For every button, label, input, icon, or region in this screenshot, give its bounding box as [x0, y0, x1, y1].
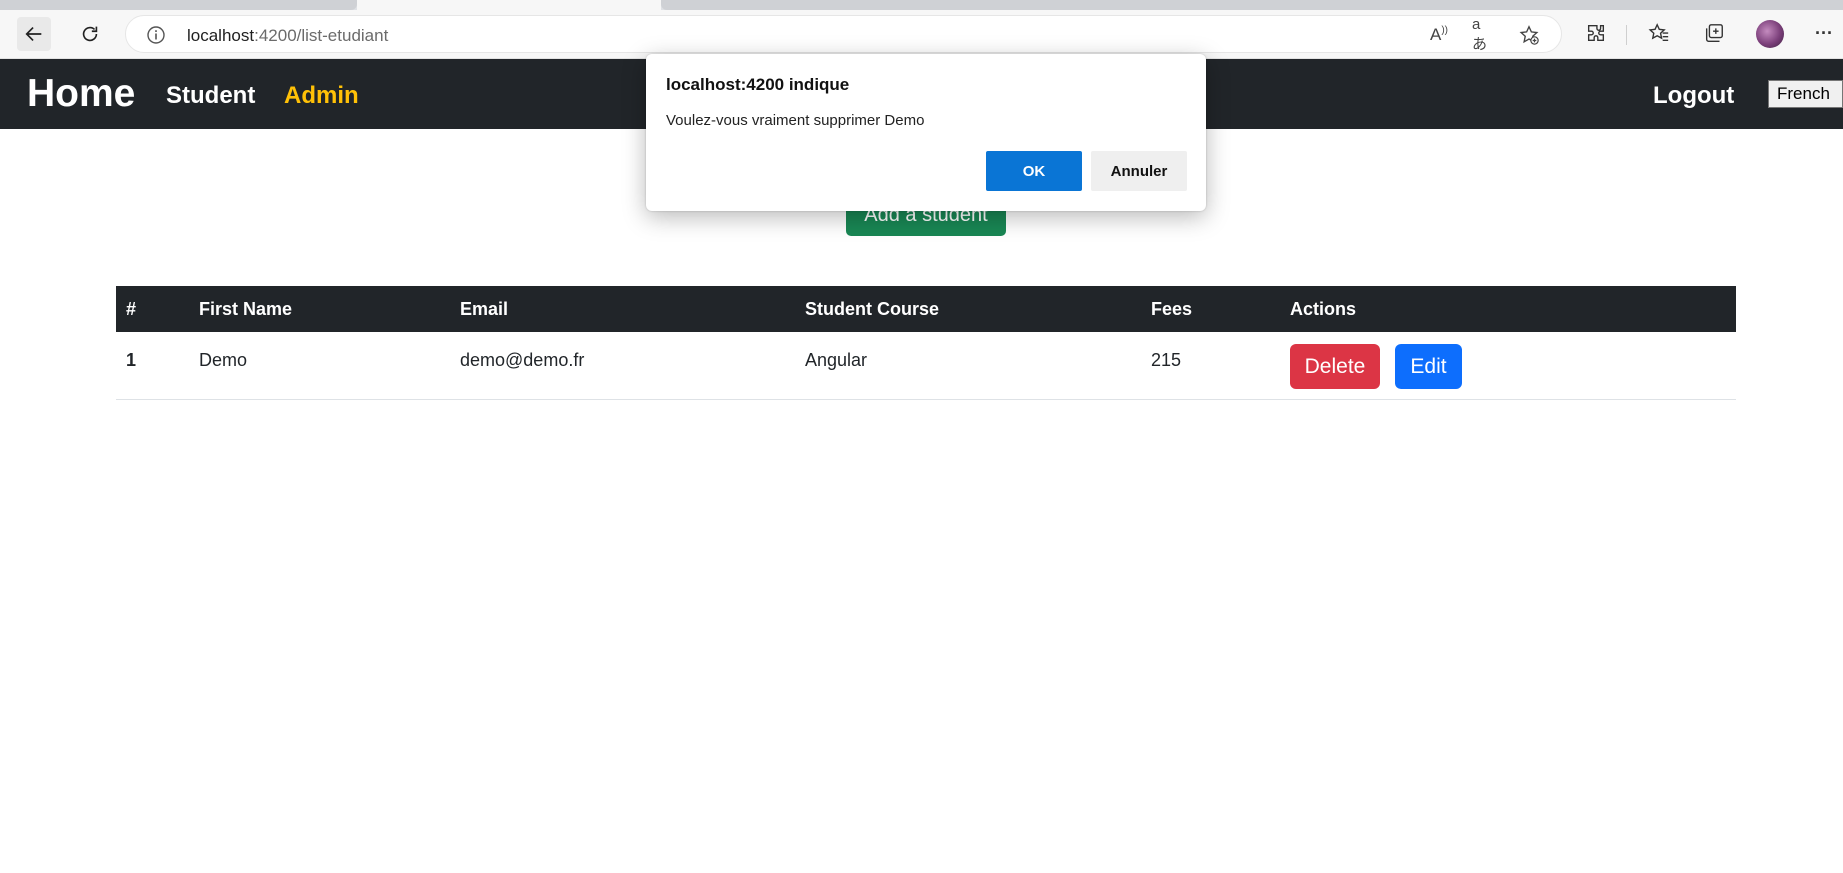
- reload-button[interactable]: [73, 17, 107, 51]
- toolbar-separator: [1626, 25, 1627, 45]
- column-header-course: Student Course: [805, 299, 940, 319]
- cell-index: 1: [126, 350, 137, 370]
- column-header-first-name: First Name: [199, 299, 293, 319]
- browser-tab[interactable]: [0, 0, 357, 10]
- collections-icon[interactable]: [1699, 18, 1729, 48]
- modal-backdrop: [0, 129, 1843, 873]
- dialog-cancel-button[interactable]: Annuler: [1091, 151, 1187, 191]
- add-favorite-icon[interactable]: [1518, 24, 1540, 46]
- url-host: localhost: [187, 26, 255, 45]
- edit-button[interactable]: Edit: [1395, 344, 1462, 389]
- more-glyph: ···: [1815, 22, 1833, 43]
- cell-course: Angular: [805, 350, 868, 370]
- back-button[interactable]: [17, 17, 51, 51]
- cell-first-name: Demo: [199, 350, 248, 370]
- extensions-icon[interactable]: [1581, 18, 1611, 48]
- dialog-message: Voulez-vous vraiment supprimer Demo: [666, 112, 925, 129]
- dialog-title: localhost:4200 indique: [666, 75, 850, 94]
- back-arrow-icon: [25, 26, 42, 42]
- address-bar[interactable]: localhost:4200/list-etudiant A)) aあ: [125, 15, 1562, 53]
- browser-tabstrip: [0, 0, 1843, 10]
- url-path: :4200/list-etudiant: [254, 26, 389, 45]
- nav-link-student[interactable]: Student: [166, 82, 255, 110]
- read-aloud-icon[interactable]: A)): [1428, 24, 1450, 46]
- browser-tab-active[interactable]: [357, 0, 661, 10]
- table-row: 1 Demo demo@demo.fr Angular 215 Delete E…: [116, 332, 1736, 400]
- confirm-dialog: localhost:4200 indique Voulez-vous vraim…: [646, 54, 1206, 211]
- read-aloud-glyph: A: [1429, 25, 1442, 44]
- column-header-actions: Actions: [1290, 299, 1357, 319]
- students-table: # First Name Email Student Course Fees A…: [116, 286, 1736, 400]
- nav-brand-home[interactable]: Home: [27, 72, 135, 116]
- language-select[interactable]: French: [1768, 80, 1843, 108]
- favorites-icon[interactable]: [1644, 18, 1674, 48]
- dialog-ok-button[interactable]: OK: [986, 151, 1082, 191]
- translate-icon[interactable]: aあ: [1472, 16, 1494, 53]
- column-header-index: #: [126, 299, 137, 319]
- profile-avatar-icon[interactable]: [1756, 20, 1784, 48]
- delete-button[interactable]: Delete: [1290, 344, 1380, 389]
- more-menu-icon[interactable]: ···: [1809, 18, 1839, 48]
- site-info-icon[interactable]: [146, 25, 166, 45]
- nav-link-admin[interactable]: Admin: [284, 82, 359, 110]
- column-header-email: Email: [460, 299, 509, 319]
- cell-email: demo@demo.fr: [460, 350, 585, 370]
- reload-icon: [82, 26, 98, 42]
- column-header-fees: Fees: [1151, 299, 1193, 319]
- page-root: localhost:4200/list-etudiant A)) aあ ··· …: [0, 0, 1843, 873]
- url-text[interactable]: localhost:4200/list-etudiant: [187, 26, 388, 46]
- browser-toolbar: localhost:4200/list-etudiant A)) aあ ···: [0, 10, 1843, 59]
- table-header: # First Name Email Student Course Fees A…: [116, 286, 1736, 332]
- translate-glyph: aあ: [1472, 16, 1488, 53]
- browser-tab[interactable]: [661, 0, 1843, 10]
- nav-link-logout[interactable]: Logout: [1653, 82, 1734, 110]
- cell-fees: 215: [1151, 350, 1182, 370]
